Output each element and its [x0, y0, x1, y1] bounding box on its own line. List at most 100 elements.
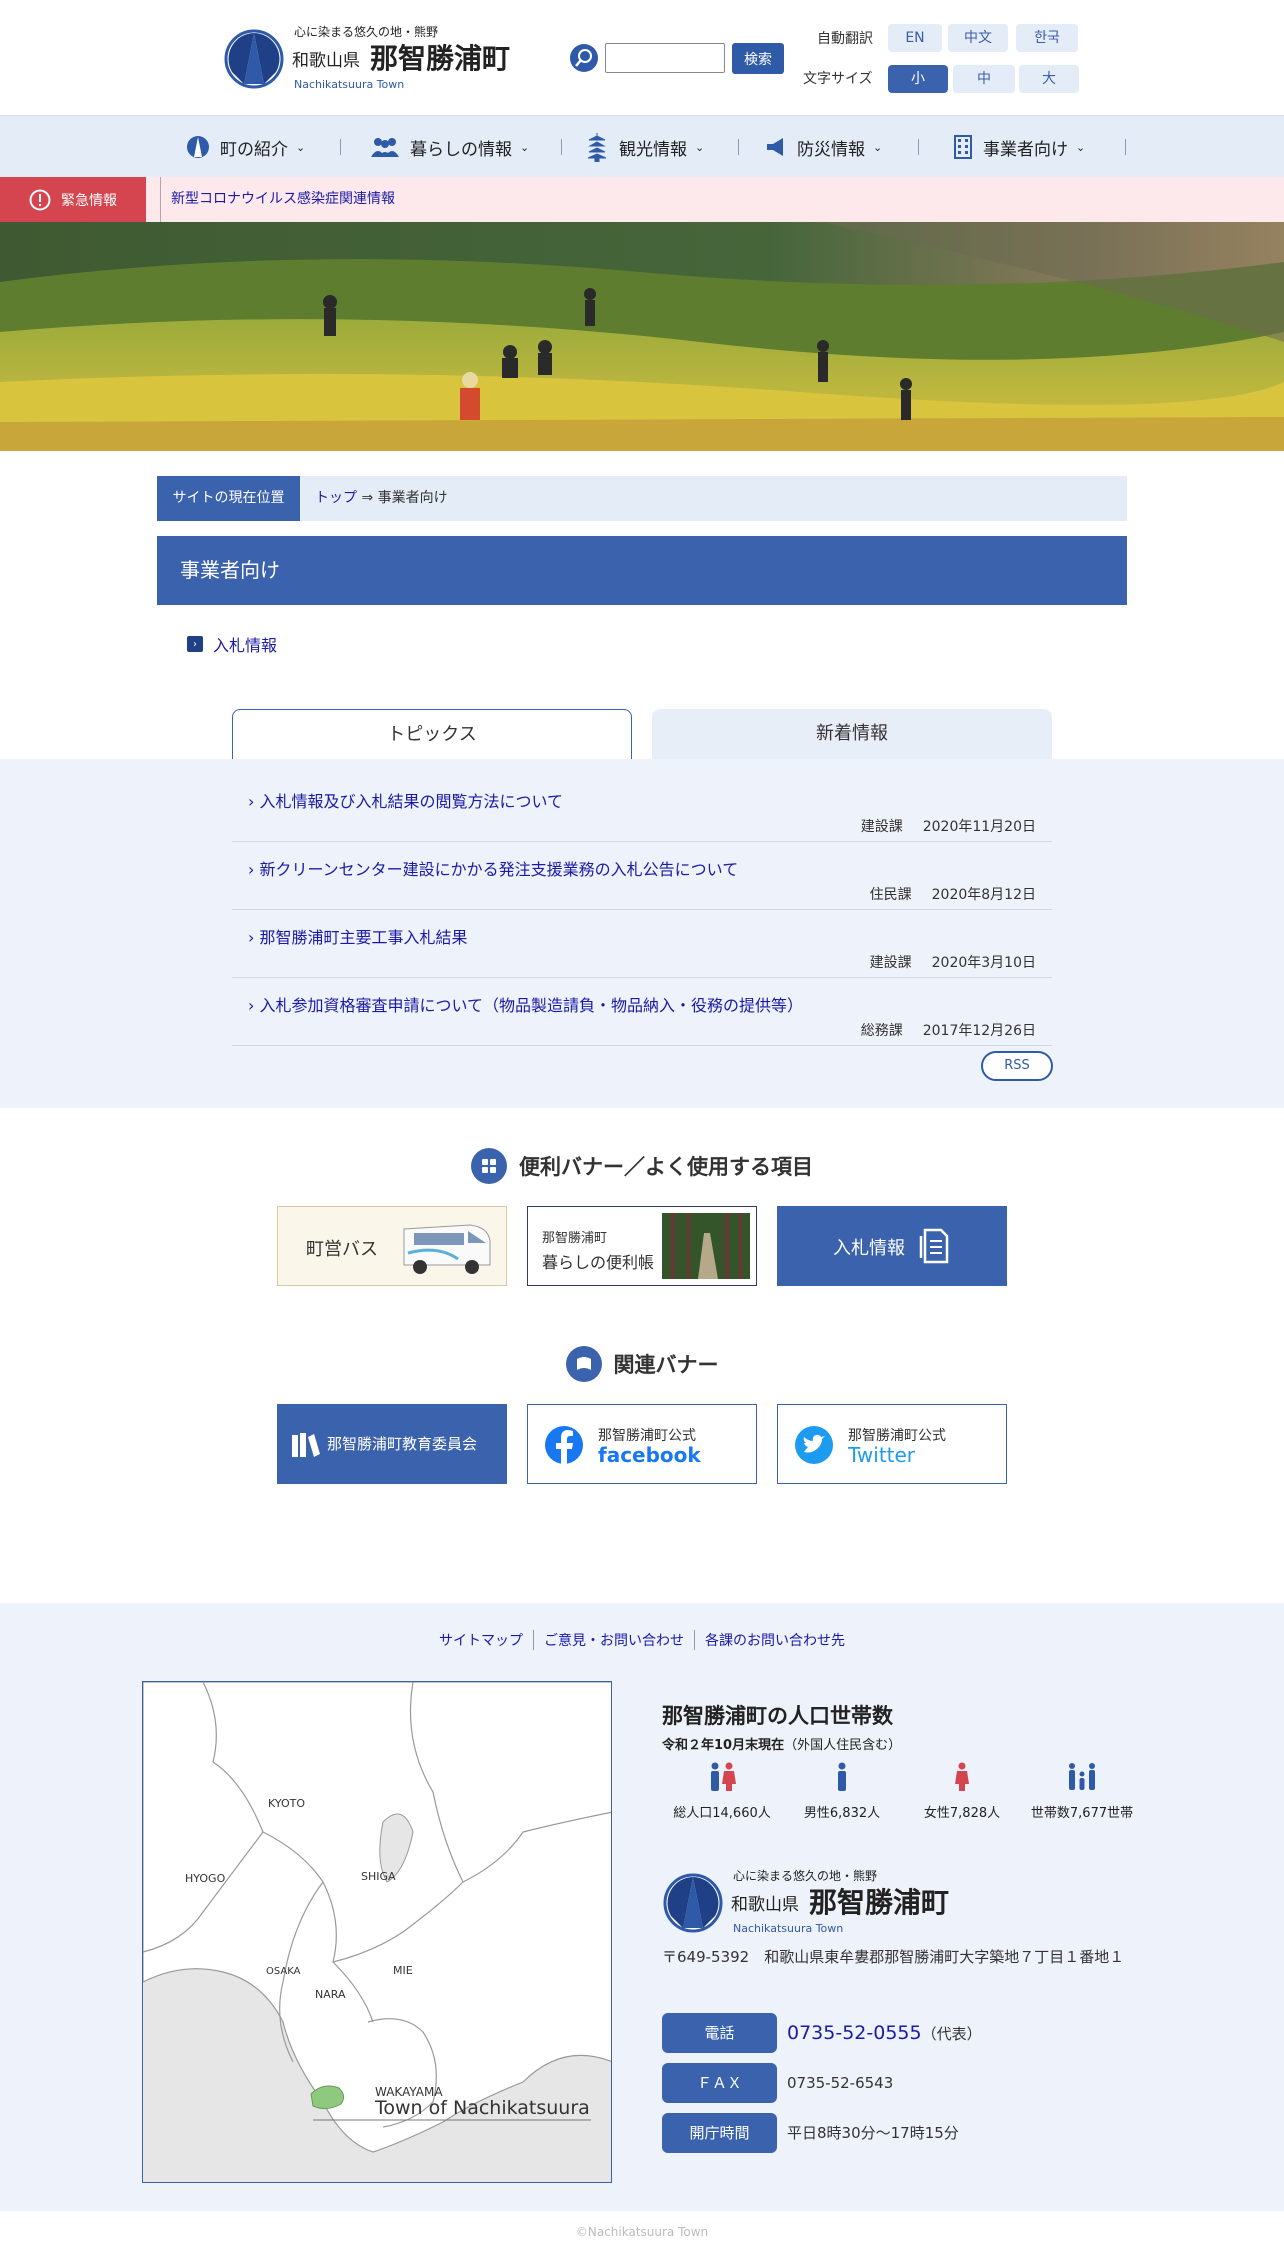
- nav-item-label: 防災情報: [797, 139, 865, 160]
- tab-new-info[interactable]: 新着情報: [652, 709, 1052, 759]
- chevron-down-icon: ⌄: [695, 140, 705, 154]
- news-title-link[interactable]: › 入札情報及び入札結果の閲覧方法について: [248, 788, 563, 812]
- translate-en-button[interactable]: EN: [888, 24, 942, 52]
- megaphone-icon: [765, 136, 787, 158]
- translate-zh-button[interactable]: 中文: [948, 24, 1008, 52]
- breadcrumb-top-link[interactable]: トップ: [315, 490, 357, 506]
- chevron-right-icon: ›: [187, 636, 203, 652]
- search-input[interactable]: [605, 43, 725, 73]
- nav-item-disaster[interactable]: 防災情報 ⌄: [765, 116, 882, 178]
- translate-label: 自動翻訳: [817, 31, 873, 47]
- people-icon: [370, 136, 400, 158]
- stat-label: 女性7,828人: [923, 1806, 1001, 1821]
- map-label: KYOTO: [268, 1797, 305, 1810]
- news-title-link[interactable]: › 新クリーンセンター建設にかかる発注支援業務の入札公告について: [248, 856, 738, 880]
- font-size-large-button[interactable]: 大: [1019, 65, 1079, 93]
- breadcrumb-arrow: ⇒: [361, 490, 374, 506]
- banner-label: 那智勝浦町教育委員会: [327, 1435, 478, 1453]
- education-board-banner[interactable]: 那智勝浦町教育委員会: [277, 1404, 507, 1484]
- sublink-bid-info[interactable]: › 入札情報: [187, 632, 277, 656]
- nav-divider: [340, 139, 341, 155]
- facebook-icon: [545, 1426, 583, 1465]
- address: 〒649-5392 和歌山県東牟婁郡那智勝浦町大字築地７丁目１番地１: [662, 1948, 1125, 1966]
- map-label: MIE: [393, 1964, 413, 1977]
- map-label: NARA: [315, 1988, 346, 2001]
- search-icon[interactable]: [570, 44, 598, 72]
- font-size-medium-button[interactable]: 中: [953, 65, 1015, 93]
- nav-item-label: 事業者向け: [983, 139, 1068, 160]
- chevron-down-icon: ⌄: [1076, 140, 1086, 154]
- household-icon: [1069, 1763, 1095, 1790]
- site-logo[interactable]: 心に染まる悠久の地・熊野 和歌山県 那智勝浦町 Nachikatsuura To…: [224, 24, 529, 94]
- grid-icon: [471, 1148, 507, 1184]
- nav-item-living[interactable]: 暮らしの情報 ⌄: [370, 116, 529, 178]
- emergency-bar: 緊急情報 新型コロナウイルス感染症関連情報: [0, 177, 1284, 222]
- svg-text:和歌山県: 和歌山県: [292, 51, 360, 71]
- contact-value-phone: 0735-52-0555（代表）: [787, 2022, 982, 2044]
- footer-link-contact[interactable]: ご意見・お問い合わせ: [533, 1630, 694, 1650]
- alert-icon: [29, 189, 51, 211]
- font-size-small-button[interactable]: 小: [888, 65, 948, 93]
- rss-button[interactable]: RSS: [981, 1051, 1053, 1081]
- svg-text:那智勝浦町: 那智勝浦町: [809, 1886, 949, 1919]
- living-guide-banner[interactable]: 那智勝浦町 暮らしの便利帳: [527, 1206, 757, 1286]
- town-emblem-icon: [186, 135, 210, 159]
- translate-ko-button[interactable]: 한국: [1016, 24, 1078, 52]
- town-emblem-icon: 心に染まる悠久の地・熊野 和歌山県 那智勝浦町 Nachikatsuura To…: [663, 1868, 949, 1935]
- footer-links: サイトマップ ご意見・お問い合わせ 各課のお問い合わせ先: [0, 1630, 1284, 1650]
- news-list: › 入札情報及び入札結果の閲覧方法について 建設課 2020年11月20日 › 新…: [0, 759, 1284, 1108]
- tab-topics[interactable]: トピックス: [232, 709, 632, 760]
- map-label: SHIGA: [361, 1870, 396, 1883]
- banner-label-line2: 暮らしの便利帳: [542, 1253, 655, 1272]
- news-item: › 入札参加資格審査申請について（物品製造請負・物品納入・役務の提供等） 総務課…: [232, 978, 1052, 1046]
- news-title-link[interactable]: › 入札参加資格審査申請について（物品製造請負・物品納入・役務の提供等）: [248, 992, 803, 1016]
- sublink-label: 入札情報: [213, 636, 278, 655]
- footer-link-sitemap[interactable]: サイトマップ: [429, 1630, 533, 1650]
- pagoda-icon: [585, 132, 609, 162]
- section-title: 関連バナー: [613, 1353, 719, 1377]
- breadcrumb: サイトの現在位置 トップ ⇒ 事業者向け: [157, 476, 1127, 521]
- footer-link-departments[interactable]: 各課のお問い合わせ先: [694, 1630, 855, 1650]
- forest-path-icon: [662, 1213, 750, 1279]
- svg-text:Nachikatsuura Town: Nachikatsuura Town: [733, 1922, 843, 1935]
- news-meta: 住民課 2020年8月12日: [869, 887, 1036, 903]
- news-item: › 那智勝浦町主要工事入札結果 建設課 2020年3月10日: [232, 910, 1052, 978]
- facebook-banner[interactable]: 那智勝浦町公式 facebook: [527, 1404, 757, 1484]
- nav-divider: [1125, 139, 1126, 155]
- stat-total: 総人口14,660人: [662, 1762, 782, 1821]
- nav-item-label: 暮らしの情報: [410, 139, 512, 160]
- phone-link[interactable]: 0735-52-0555: [787, 2022, 922, 2044]
- search-button[interactable]: 検索: [732, 43, 784, 74]
- related-banners-heading: 関連バナー: [0, 1346, 1284, 1382]
- male-icon: [838, 1762, 846, 1791]
- nav-item-business[interactable]: 事業者向け ⌄: [953, 116, 1085, 178]
- news-item: › 新クリーンセンター建設にかかる発注支援業務の入札公告について 住民課 2020…: [232, 842, 1052, 910]
- news-meta: 建設課 2020年11月20日: [860, 819, 1036, 835]
- stat-households: 世帯数7,677世帯: [1022, 1762, 1142, 1821]
- population-title: 那智勝浦町の人口世帯数: [662, 1704, 893, 1728]
- female-icon: [955, 1762, 969, 1791]
- banner-label-line2: facebook: [598, 1443, 701, 1467]
- svg-text:那智勝浦町: 那智勝浦町: [370, 42, 510, 75]
- emergency-link[interactable]: 新型コロナウイルス感染症関連情報: [160, 177, 395, 222]
- banner-label: 入札情報: [833, 1238, 905, 1259]
- twitter-banner[interactable]: 那智勝浦町公式 Twitter: [777, 1404, 1007, 1484]
- banner-label-line1: 那智勝浦町公式: [848, 1428, 946, 1444]
- svg-text:Nachikatsuura Town: Nachikatsuura Town: [294, 78, 404, 91]
- nav-item-town-intro[interactable]: 町の紹介 ⌄: [186, 116, 305, 178]
- nav-item-tourism[interactable]: 観光情報 ⌄: [585, 116, 704, 178]
- bid-info-banner[interactable]: 入札情報: [777, 1206, 1007, 1286]
- nav-item-label: 観光情報: [619, 139, 687, 160]
- stat-male: 男性6,832人: [782, 1762, 902, 1821]
- banner-label-line1: 那智勝浦町公式: [598, 1428, 696, 1444]
- population-date: 令和２年10月末現在（外国人住民含む）: [662, 1738, 902, 1753]
- page-title: 事業者向け: [157, 536, 1127, 605]
- stat-label: 総人口14,660人: [673, 1806, 771, 1821]
- map-label: Town of Nachikatsuura: [374, 2097, 590, 2119]
- flag-icon: [565, 1346, 602, 1382]
- svg-text:和歌山県: 和歌山県: [731, 1895, 799, 1915]
- chevron-down-icon: ⌄: [520, 140, 530, 154]
- banner-label-line1: 那智勝浦町: [542, 1231, 608, 1246]
- news-title-link[interactable]: › 那智勝浦町主要工事入札結果: [248, 924, 468, 948]
- bus-banner[interactable]: 町営バス: [277, 1206, 507, 1286]
